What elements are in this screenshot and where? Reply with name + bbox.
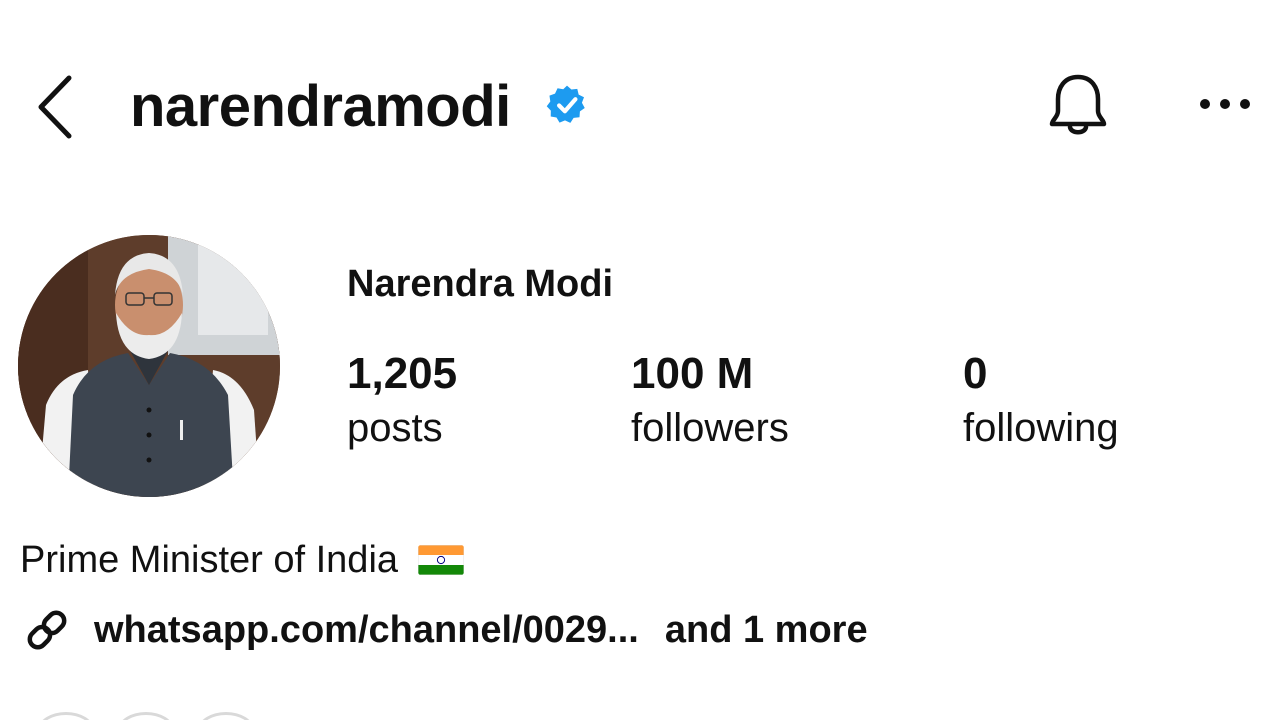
profile-header: narendramodi: [0, 0, 1280, 210]
verified-badge-icon: [546, 85, 585, 123]
stat-posts[interactable]: 1,205 posts: [347, 348, 457, 456]
bio-text: Prime Minister of India: [20, 539, 399, 581]
profile-display-name: Narendra Modi: [347, 263, 614, 305]
back-arrow-icon: [38, 75, 72, 139]
link-icon: [20, 603, 74, 657]
story-highlight[interactable]: [38, 712, 94, 720]
profile-avatar[interactable]: [18, 235, 280, 497]
profile-links: whatsapp.com/channel/0029... and 1 more: [20, 602, 868, 658]
stat-following-label: following: [963, 406, 1119, 450]
profile-link[interactable]: whatsapp.com/channel/0029...: [94, 609, 639, 652]
profile-username: narendramodi: [130, 74, 511, 139]
stat-following-value: 0: [963, 349, 988, 398]
stat-followers[interactable]: 100 M followers: [631, 348, 789, 456]
avatar-portrait-image: [18, 235, 280, 497]
profile-bio: Prime Minister of India: [20, 536, 465, 584]
bell-icon: [1049, 74, 1107, 135]
stat-followers-label: followers: [631, 406, 789, 450]
stat-following[interactable]: 0 following: [963, 348, 1119, 456]
stat-posts-label: posts: [347, 406, 443, 450]
stat-followers-value: 100 M: [631, 349, 754, 398]
back-button[interactable]: [30, 70, 80, 144]
more-links-button[interactable]: and 1 more: [665, 609, 868, 652]
more-options-button[interactable]: [1190, 84, 1260, 124]
more-options-icon: [1200, 99, 1250, 109]
notifications-button[interactable]: [1040, 66, 1116, 146]
story-highlight[interactable]: [198, 712, 254, 720]
india-flag-icon: [418, 545, 465, 575]
story-highlight[interactable]: [118, 712, 174, 720]
stat-posts-value: 1,205: [347, 349, 458, 398]
